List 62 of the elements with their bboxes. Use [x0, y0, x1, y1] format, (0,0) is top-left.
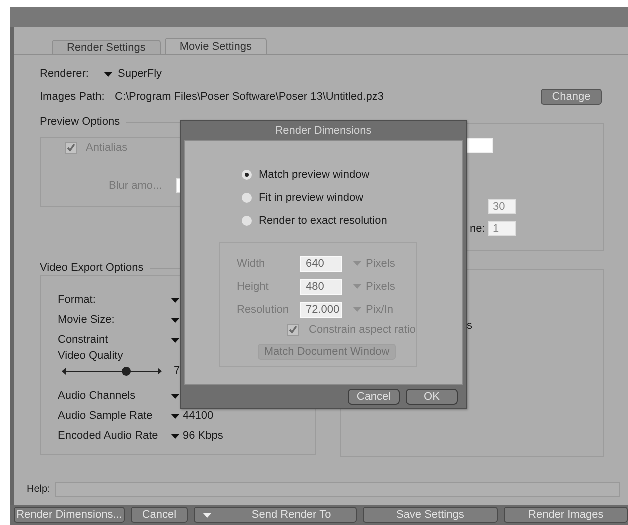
field-label: Encoded Audio Rate [58, 430, 160, 442]
radio-button[interactable] [242, 170, 252, 180]
field-label: Video Quality [58, 350, 124, 363]
caret-icon[interactable] [171, 414, 180, 418]
caret-icon[interactable] [171, 338, 180, 342]
action-button[interactable]: Render Dimensions... [14, 507, 125, 523]
change-button[interactable]: Change [541, 89, 602, 105]
tab[interactable]: Movie Settings [164, 38, 268, 54]
dialog-title: Render Dimensions [274, 124, 373, 138]
radio-button[interactable] [242, 192, 252, 202]
menu-button[interactable]: Send Render To [194, 507, 357, 523]
dropdown-value[interactable]: 96 Kbps [183, 430, 224, 442]
unit-label: Pix/In [366, 304, 394, 316]
field-label: Movie Size: [58, 314, 116, 326]
tab[interactable]: Render Settings [52, 40, 161, 54]
dialog-button[interactable]: OK [406, 388, 458, 404]
input-field: 480 [300, 278, 342, 294]
field-label: ne: [470, 222, 486, 234]
field-label: Resolution [237, 304, 290, 316]
dropdown-value[interactable]: 44100 [183, 410, 214, 422]
input-field[interactable] [466, 138, 493, 153]
slider-value: 7 [174, 365, 180, 377]
radio-label: Match preview window [259, 168, 370, 180]
caret-icon [353, 261, 362, 266]
field-label: Audio Sample Rate [58, 410, 154, 422]
field-label: Images Path: [40, 91, 106, 103]
field-label: Height [237, 280, 270, 292]
renderer-dropdown[interactable]: SuperFly [118, 68, 162, 80]
action-button[interactable]: Save Settings [362, 507, 498, 523]
unit-label: Pixels [366, 280, 396, 292]
dialog-button[interactable]: Cancel [348, 388, 400, 404]
path-text: C:\Program Files\Poser Software\Poser 13\Untitled.pz3 [115, 91, 384, 103]
checkbox-label: Constrain aspect ratio [309, 324, 416, 336]
field-label: Constraint [58, 334, 110, 346]
field-label: Audio Channels [58, 390, 137, 402]
caret-icon [353, 307, 362, 312]
caret-icon[interactable] [171, 394, 180, 398]
caret-icon [353, 284, 362, 289]
panel-text: s [467, 320, 472, 332]
input-field[interactable]: 30 [488, 199, 516, 214]
slider-thumb[interactable] [122, 366, 131, 376]
caret-icon[interactable] [171, 298, 180, 302]
section-title: Preview Options [40, 116, 120, 128]
arrow-left-icon[interactable] [62, 368, 66, 374]
field-label: Width [237, 258, 266, 270]
input-field: 72.000 [300, 302, 342, 318]
radio-label: Render to exact resolution [259, 214, 388, 226]
action-button[interactable]: Render Images [504, 507, 628, 523]
section-title: Video Export Options [40, 262, 144, 274]
arrow-right-icon[interactable] [158, 368, 162, 374]
caret-icon[interactable] [171, 434, 180, 438]
field-label: Format: [58, 294, 97, 306]
radio-button[interactable] [242, 216, 252, 226]
input-field: 640 [300, 256, 342, 272]
field-label: Help: [26, 484, 52, 495]
field-label: Renderer: [40, 68, 90, 80]
caret-icon[interactable] [171, 318, 180, 322]
unit-label: Pixels [366, 258, 396, 270]
input-field[interactable]: 1 [488, 221, 516, 236]
action-button[interactable]: Cancel [131, 507, 188, 523]
caret-icon[interactable] [104, 72, 113, 76]
radio-label: Fit in preview window [259, 192, 364, 204]
